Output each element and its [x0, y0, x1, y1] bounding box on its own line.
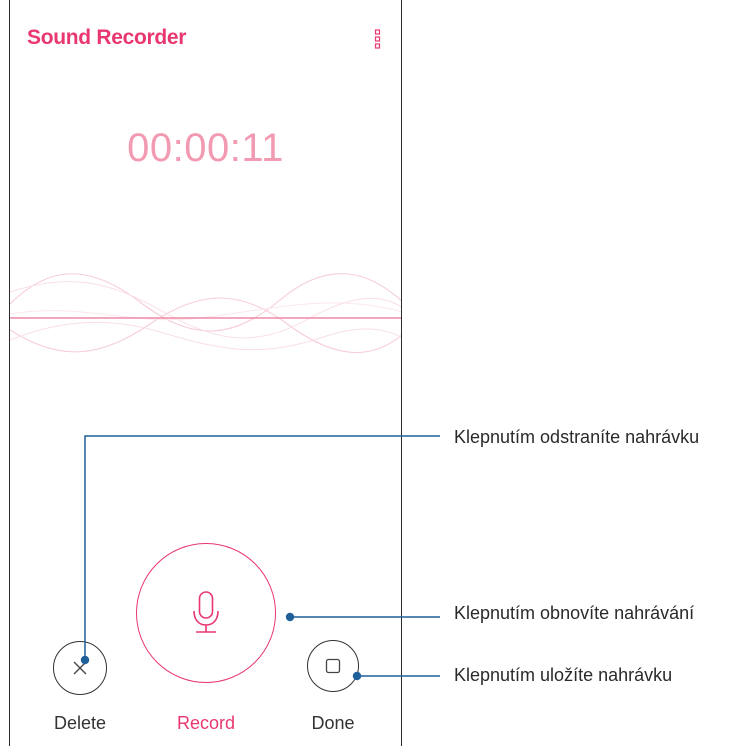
callout-record-text: Klepnutím obnovíte nahrávání — [454, 603, 695, 623]
callout-done — [352, 671, 440, 681]
callout-record — [285, 612, 440, 622]
callout-delete — [80, 435, 440, 665]
callout-lines — [80, 435, 440, 681]
callout-delete-text: Klepnutím odstraníte nahrávku — [454, 427, 700, 447]
callout-done-text: Klepnutím uložíte nahrávku — [454, 665, 673, 685]
figure: Sound Recorder 00:00:11 Delete Record Do… — [0, 0, 736, 746]
